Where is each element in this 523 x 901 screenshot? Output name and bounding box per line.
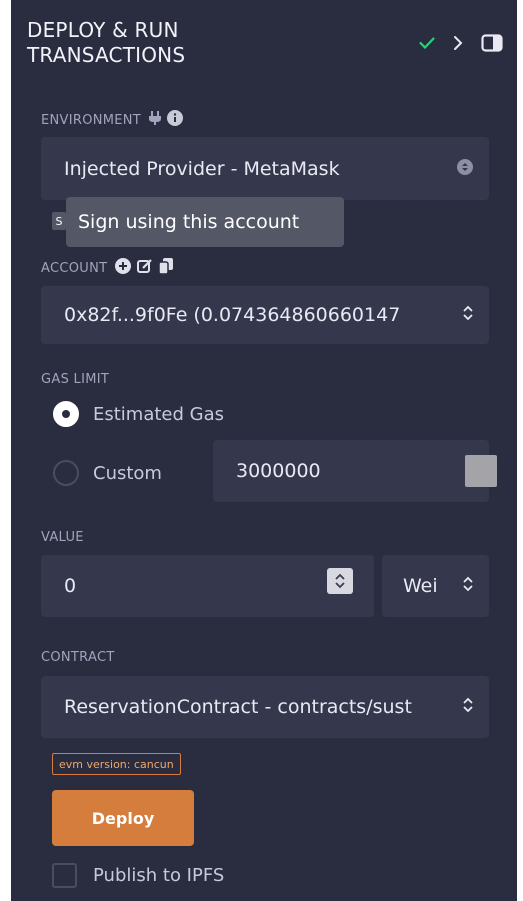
deploy-run-panel: DEPLOY & RUN TRANSACTIONS ENVIRONMENT Inj…	[11, 0, 517, 901]
value-label-row: VALUE	[41, 530, 84, 545]
up-down-caret-icon	[463, 304, 473, 326]
gas-limit-label: GAS LIMIT	[41, 372, 110, 387]
info-icon[interactable]	[167, 110, 184, 130]
panel-title: DEPLOY & RUN TRANSACTIONS	[27, 18, 186, 67]
publish-ipfs-checkbox[interactable]	[52, 863, 77, 888]
plug-icon	[149, 111, 162, 129]
environment-select[interactable]: Injected Provider - MetaMask	[41, 137, 489, 200]
environment-label: ENVIRONMENT	[41, 112, 142, 128]
panel-toggle-icon[interactable]	[481, 34, 503, 52]
environment-label-row: ENVIRONMENT	[41, 110, 184, 130]
deploy-button[interactable]: Deploy	[52, 790, 194, 846]
copy-icon[interactable]	[158, 258, 174, 278]
value-input[interactable]: 0	[41, 555, 374, 617]
up-down-caret-icon	[463, 696, 473, 718]
custom-gas-option[interactable]: Custom	[53, 460, 162, 486]
value-label: VALUE	[41, 530, 84, 545]
header-icons	[419, 34, 503, 52]
account-label-row: ACCOUNT	[41, 258, 174, 278]
evm-version-badge: evm version: cancun	[52, 753, 181, 775]
contract-select[interactable]: ReservationContract - contracts/sust	[41, 676, 489, 738]
estimated-gas-option[interactable]: Estimated Gas	[53, 401, 224, 427]
contract-label: CONTRACT	[41, 650, 115, 665]
gas-input-box	[465, 455, 497, 487]
chevron-right-icon[interactable]	[453, 35, 463, 51]
account-tooltip: Sign using this account	[66, 197, 344, 247]
select-caret-icon	[457, 158, 473, 180]
contract-value: ReservationContract - contracts/sust	[64, 696, 412, 718]
add-account-icon[interactable]	[115, 258, 132, 278]
value-amount: 0	[64, 575, 77, 597]
value-spinner[interactable]	[327, 568, 353, 594]
contract-label-row: CONTRACT	[41, 650, 115, 665]
account-select[interactable]: 0x82f...9f0Fe (0.074364860660147	[41, 286, 489, 344]
estimated-gas-label: Estimated Gas	[93, 403, 225, 425]
value-unit-select[interactable]: Wei	[382, 555, 489, 617]
account-label: ACCOUNT	[41, 260, 108, 276]
custom-gas-label: Custom	[93, 462, 162, 484]
tooltip-text: Sign using this account	[78, 211, 300, 233]
environment-value: Injected Provider - MetaMask	[64, 157, 340, 180]
up-down-caret-icon	[463, 575, 473, 597]
custom-gas-radio[interactable]	[53, 460, 79, 486]
check-icon	[419, 37, 435, 49]
estimated-gas-radio[interactable]	[53, 401, 79, 427]
account-value: 0x82f...9f0Fe (0.074364860660147	[64, 304, 401, 326]
tooltip-peek: S	[52, 212, 66, 230]
custom-gas-input[interactable]: 3000000	[213, 440, 489, 502]
custom-gas-value: 3000000	[236, 460, 321, 482]
gas-limit-label-row: GAS LIMIT	[41, 372, 109, 387]
publish-ipfs-option[interactable]: Publish to IPFS	[52, 863, 224, 888]
sign-message-icon[interactable]	[137, 258, 153, 278]
publish-ipfs-label: Publish to IPFS	[93, 865, 225, 886]
